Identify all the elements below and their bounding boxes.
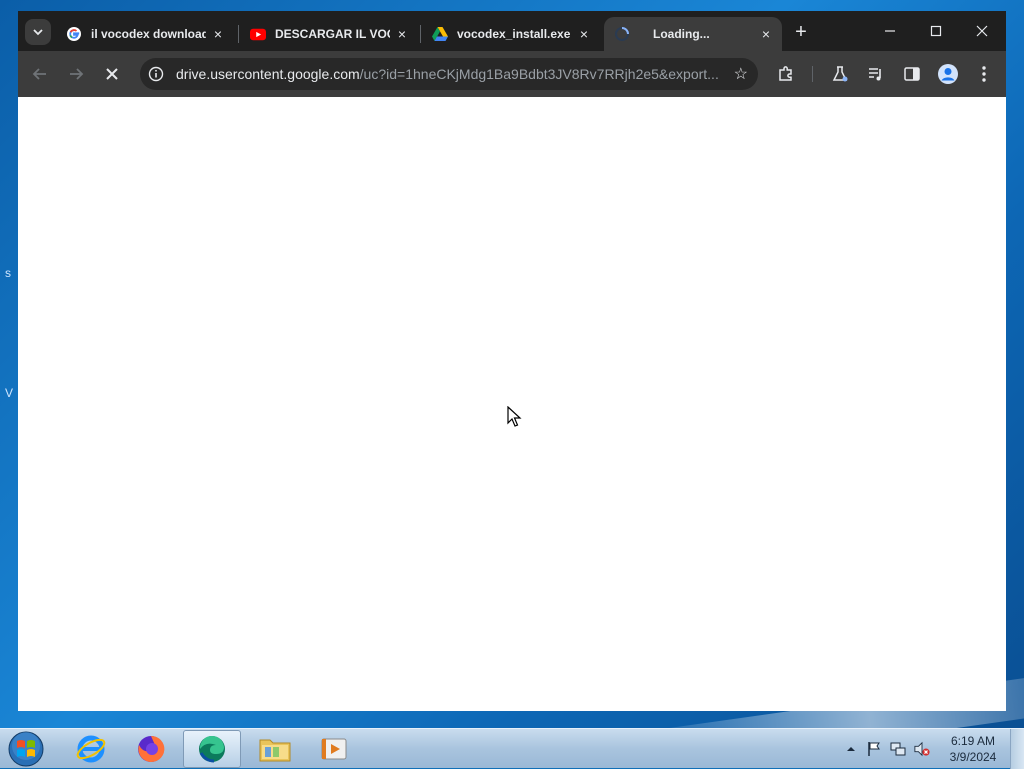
close-tab-icon[interactable]: ×: [210, 26, 226, 42]
stop-loading-button[interactable]: [100, 62, 124, 86]
firefox-icon: [138, 735, 165, 762]
desktop-icon-edge[interactable]: V: [5, 386, 13, 400]
show-hidden-icons-button[interactable]: [843, 741, 859, 757]
edge-browser-icon: [199, 735, 225, 763]
taskbar: 6:19 AM 3/9/2024: [0, 728, 1024, 769]
windows-logo-icon: [8, 731, 44, 767]
close-tab-icon[interactable]: ×: [394, 26, 410, 42]
mouse-cursor-icon: [507, 406, 522, 427]
tab-vocodex-search[interactable]: il vocodex download ×: [56, 17, 234, 51]
tab-search-button[interactable]: [25, 19, 51, 45]
tab-descargar-youtube[interactable]: DESCARGAR IL VOC ×: [240, 17, 418, 51]
arrow-left-icon: [32, 68, 46, 80]
close-tab-icon[interactable]: ×: [758, 26, 774, 42]
chrome-labs-button[interactable]: [828, 62, 852, 86]
chevron-up-icon: [847, 747, 855, 751]
tab-title: Loading...: [653, 27, 710, 41]
tab-title: vocodex_install.exe: [457, 27, 571, 41]
side-panel-button[interactable]: [900, 62, 924, 86]
loading-spinner-icon: [614, 26, 630, 42]
minimize-icon: [885, 30, 895, 32]
media-player-icon: [321, 738, 347, 760]
google-g-icon: [66, 26, 82, 42]
tab-separator: [238, 25, 239, 43]
clock-time: 6:19 AM: [950, 734, 996, 748]
maximize-button[interactable]: [916, 17, 956, 45]
taskbar-edge-active[interactable]: [183, 730, 241, 768]
tab-vocodex-install[interactable]: vocodex_install.exe ×: [422, 17, 600, 51]
page-content-blank[interactable]: [18, 97, 1006, 711]
taskbar-file-explorer[interactable]: [246, 730, 304, 768]
tab-title: il vocodex download: [91, 27, 206, 41]
chrome-menu-button[interactable]: [972, 62, 996, 86]
network-button[interactable]: [890, 741, 906, 757]
close-window-button[interactable]: [962, 17, 1002, 45]
browser-toolbar: drive.usercontent.google.com/uc?id=1hneC…: [18, 51, 1006, 97]
youtube-icon: [250, 26, 266, 42]
kebab-menu-icon: [982, 66, 986, 82]
tab-strip: il vocodex download × DESCARGAR IL VOC ×…: [18, 11, 1006, 51]
clock-date: 3/9/2024: [949, 750, 997, 764]
site-info-icon[interactable]: [148, 66, 164, 82]
address-bar[interactable]: drive.usercontent.google.com/uc?id=1hneC…: [140, 58, 758, 90]
back-button[interactable]: [28, 62, 52, 86]
show-desktop-button[interactable]: [1010, 729, 1024, 769]
chrome-window: il vocodex download × DESCARGAR IL VOC ×…: [18, 11, 1006, 711]
internet-explorer-icon: [76, 735, 106, 763]
action-center-button[interactable]: [866, 741, 882, 757]
close-tab-icon[interactable]: ×: [576, 26, 592, 42]
playlist-music-icon: [869, 68, 881, 81]
extensions-button[interactable]: [774, 62, 798, 86]
profile-button[interactable]: [936, 62, 960, 86]
tab-separator: [420, 25, 421, 43]
media-controls-button[interactable]: [864, 62, 888, 86]
arrow-right-icon: [70, 68, 84, 80]
bookmark-star-icon[interactable]: ☆: [734, 64, 748, 84]
desktop-icon-edge[interactable]: s: [5, 266, 11, 280]
tab-title: DESCARGAR IL VOC: [275, 27, 390, 41]
maximize-icon: [930, 25, 942, 37]
start-button[interactable]: [6, 730, 46, 768]
url-host: drive.usercontent.google.com: [176, 66, 360, 82]
volume-button[interactable]: [914, 741, 930, 757]
network-icon: [890, 742, 906, 756]
side-panel-icon: [904, 67, 920, 81]
chevron-down-icon: [33, 29, 43, 36]
stop-x-icon: [106, 68, 118, 80]
forward-button[interactable]: [64, 62, 88, 86]
folder-icon: [259, 739, 291, 762]
system-clock[interactable]: 6:19 AM 3/9/2024: [940, 733, 1006, 765]
puzzle-icon: [779, 66, 792, 81]
close-icon: [976, 25, 988, 37]
minimize-button[interactable]: [870, 17, 910, 45]
tab-loading[interactable]: Loading... ×: [604, 17, 782, 51]
taskbar-internet-explorer[interactable]: [62, 730, 120, 768]
flask-icon: [832, 66, 848, 82]
taskbar-media-player[interactable]: [306, 730, 364, 768]
url-text[interactable]: drive.usercontent.google.com/uc?id=1hneC…: [176, 66, 726, 82]
taskbar-firefox[interactable]: [122, 730, 180, 768]
url-path: /uc?id=1hneCKjMdg1Ba9Bdbt3JV8Rv7RRjh2e5&…: [359, 66, 719, 82]
flag-icon: [868, 742, 880, 756]
new-tab-button[interactable]: +: [790, 21, 812, 43]
toolbar-divider: [812, 66, 813, 82]
speaker-muted-icon: [914, 741, 930, 757]
profile-avatar-icon: [938, 64, 958, 84]
google-drive-icon: [432, 26, 448, 42]
